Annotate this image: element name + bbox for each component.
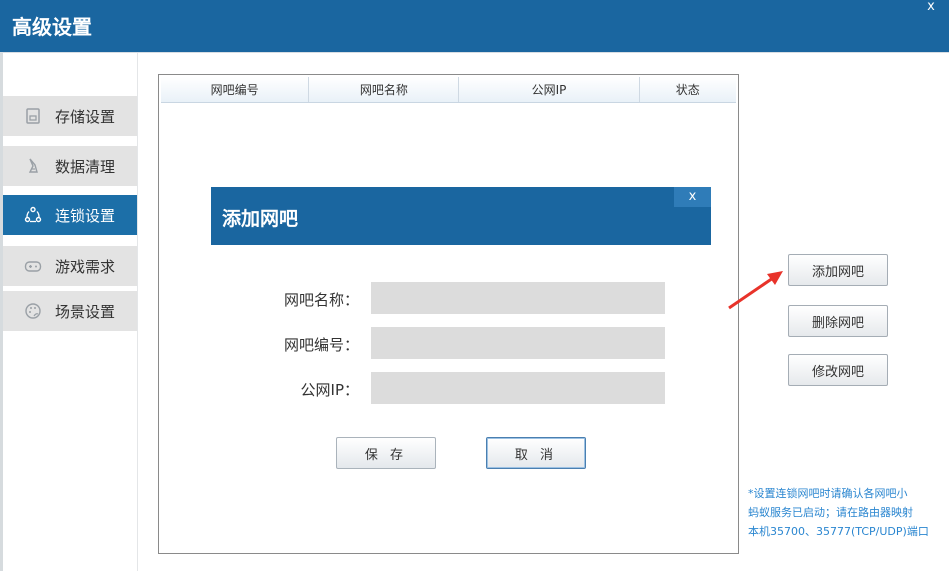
cafe-name-input[interactable] [371,282,665,314]
cafe-id-label: 网吧编号： [283,336,359,354]
sidebar-item-label: 连锁设置 [55,206,116,225]
column-header-id[interactable]: 网吧编号 [161,77,310,102]
sidebar-item-label: 数据清理 [55,157,116,176]
add-internet-cafe-button[interactable]: 添加网吧 [788,254,888,286]
sidebar-divider [137,53,138,571]
sidebar-item-label: 游戏需求 [55,257,116,276]
cafe-id-input[interactable] [371,327,665,359]
sidebar-item-chain-settings[interactable]: 连锁设置 [3,195,137,235]
cancel-button[interactable]: 取 消 [486,437,586,469]
sidebar-item-label: 存储设置 [55,107,116,126]
storage-icon [23,106,43,126]
chain-settings-note: *设置连锁网吧时请确认各网吧小 蚂蚁服务已启动；请在路由器映射 本机35700、… [748,484,938,541]
sidebar-item-storage[interactable]: 存储设置 [3,96,137,136]
public-ip-input[interactable] [371,372,665,404]
cafe-name-label: 网吧名称： [283,291,359,309]
note-line: *设置连锁网吧时请确认各网吧小 [748,487,908,500]
title-bar: 高级设置 x [0,0,949,52]
window-close-button[interactable]: x [913,0,949,16]
sidebar-item-game-requirements[interactable]: 游戏需求 [3,246,137,286]
red-arrow-icon [728,271,783,310]
public-ip-label: 公网IP： [300,381,359,399]
window-title: 高级设置 [12,15,92,39]
table-header: 网吧编号 网吧名称 公网IP 状态 [161,77,736,103]
divider [0,52,949,53]
broom-icon [23,156,43,176]
column-header-public-ip[interactable]: 公网IP [459,77,640,102]
palette-icon [23,301,43,321]
edit-internet-cafe-button[interactable]: 修改网吧 [788,354,888,386]
dialog-header: 添加网吧 x [211,187,711,245]
column-header-name[interactable]: 网吧名称 [309,77,460,102]
sidebar-item-scene-settings[interactable]: 场景设置 [3,291,137,331]
gamepad-icon [23,256,43,276]
dialog-close-button[interactable]: x [674,187,711,207]
network-icon [23,205,43,225]
dialog-title: 添加网吧 [222,208,299,230]
sidebar-item-label: 场景设置 [55,302,116,321]
note-line: 蚂蚁服务已启动；请在路由器映射 [748,506,913,519]
add-internet-cafe-dialog: 添加网吧 x 网吧名称： 网吧编号： 公网IP： 保 存 取 消 [211,187,711,472]
column-header-status[interactable]: 状态 [640,77,737,102]
delete-internet-cafe-button[interactable]: 删除网吧 [788,305,888,337]
note-line: 本机35700、35777(TCP/UDP)端口 [748,525,929,538]
save-button[interactable]: 保 存 [336,437,436,469]
sidebar-item-data-cleanup[interactable]: 数据清理 [3,146,137,186]
